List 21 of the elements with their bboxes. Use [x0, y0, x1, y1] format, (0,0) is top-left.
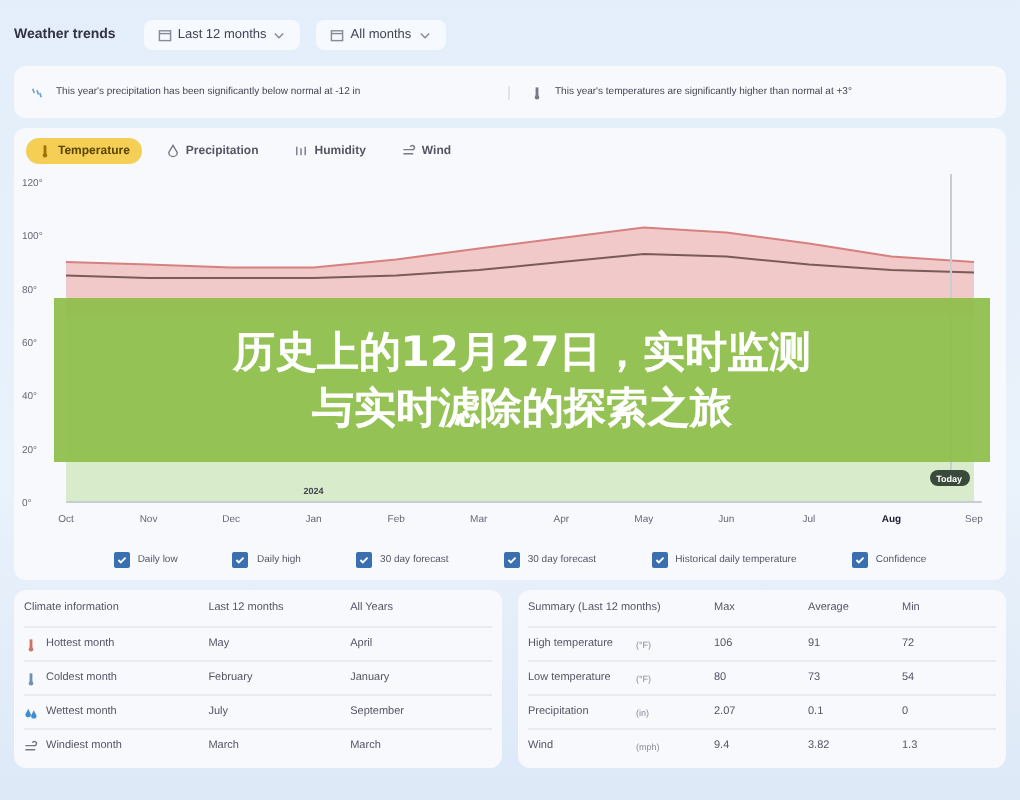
checkbox[interactable]	[851, 552, 868, 568]
rain-icon	[30, 85, 44, 99]
thermometer-icon	[38, 144, 52, 158]
checkbox[interactable]	[232, 552, 249, 568]
thermometer-icon	[24, 637, 38, 651]
thermometer-icon	[24, 671, 38, 685]
wind-icon	[24, 739, 38, 753]
banner-title: 与实时滤除的探索之旅	[312, 382, 732, 435]
drops-icon	[24, 705, 38, 719]
checkbox[interactable]	[356, 552, 373, 568]
checkbox[interactable]	[503, 552, 520, 568]
caret-icon	[417, 27, 432, 41]
banner-title: 历史上的12月27日，实时监测	[232, 325, 812, 378]
wind-icon	[401, 144, 416, 158]
drop-icon	[165, 144, 180, 158]
checkbox[interactable]	[113, 552, 130, 568]
checkbox[interactable]	[651, 552, 668, 568]
calendar-icon	[330, 27, 345, 41]
caret-icon	[272, 27, 287, 41]
calendar-icon	[157, 27, 172, 41]
thermometer-icon	[529, 85, 543, 99]
